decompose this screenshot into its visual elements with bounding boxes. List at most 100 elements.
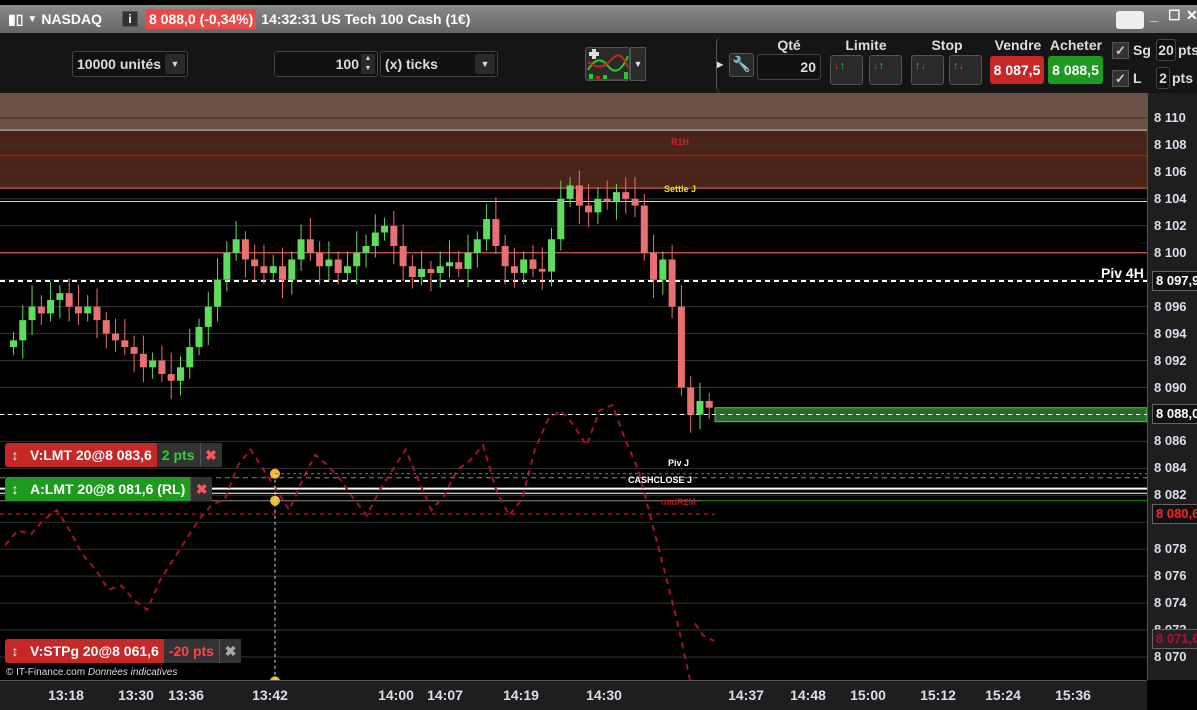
units-select[interactable]: 10000 unités ▼ [72, 51, 188, 77]
l-points-input[interactable]: 2 [1156, 67, 1170, 89]
candle-down [575, 185, 583, 206]
symbol-dropdown-icon[interactable]: ▼ [27, 14, 37, 25]
candle-up [520, 259, 528, 273]
limit-checkbox[interactable]: ✓ [1112, 70, 1129, 87]
time-tick-label: 15:12 [920, 687, 956, 703]
candle-up [659, 259, 667, 280]
sg-points-value: 20 [1158, 42, 1174, 58]
sell-stop-order-tag[interactable]: ↕ V:STPg 20@8 061,6 -20 pts ✖ [5, 639, 241, 663]
price-tick-label: 8 070 [1154, 649, 1187, 664]
symbol-name[interactable]: NASDAQ [41, 11, 102, 27]
candle-down [139, 353, 147, 368]
order-text: V:STPg 20@8 061,6 [25, 639, 164, 663]
overlay-line-tail [694, 622, 715, 642]
price-tick-label: 8 108 [1154, 136, 1187, 152]
maximize-button[interactable]: ☐ [1168, 7, 1181, 24]
price-tick-label: 8 100 [1154, 244, 1187, 260]
candle-down [93, 306, 101, 321]
drag-handle-icon[interactable]: ↕ [5, 443, 25, 467]
buy-label: Acheter [1049, 37, 1103, 53]
time-tick-label: 15:24 [985, 687, 1021, 703]
candle-down [316, 252, 324, 267]
indicators-dropdown[interactable]: ▼ [630, 47, 646, 81]
level-label-cashclose-j: CASHCLOSE J [628, 475, 693, 485]
candle-up [371, 232, 379, 247]
cancel-order-icon[interactable]: ✖ [218, 639, 241, 663]
ticks-unit-value: (x) ticks [385, 56, 438, 72]
candle-down [631, 198, 639, 206]
candle-up [269, 266, 277, 273]
limit-oco-button[interactable]: ↓↑ [869, 55, 902, 85]
candle-up [232, 239, 240, 253]
candle-up [353, 252, 361, 267]
qty-input[interactable]: 20 [757, 54, 821, 80]
order-panel-toggle[interactable]: ▶ [716, 37, 726, 93]
ticks-stepper[interactable]: ▲ ▼ [361, 54, 375, 74]
price-tick-label: 8 092 [1154, 352, 1187, 368]
candle-down [306, 239, 314, 253]
sg-points-input[interactable]: 20 [1156, 39, 1176, 61]
price-tick-label: 8 094 [1154, 325, 1187, 341]
candle-up [325, 259, 333, 267]
price-tick-label: 8 082 [1154, 487, 1187, 503]
minimize-button[interactable]: _ [1150, 7, 1158, 23]
candle-up [612, 192, 620, 202]
candle-down [622, 192, 630, 199]
cancel-order-icon[interactable]: ✖ [199, 443, 222, 467]
candlestick-icon[interactable]: ▮▯ [8, 11, 23, 28]
overlay-price-tag: 8 071,6 [1152, 629, 1197, 650]
l-unit: pts [1172, 70, 1193, 86]
level-label-settle-j: Settle J [664, 184, 697, 194]
candle-down [158, 360, 166, 375]
order-text: A:LMT 20@8 081,6 (RL) [25, 477, 191, 501]
keyboard-icon[interactable] [1116, 11, 1144, 29]
close-button[interactable]: ✕ [1186, 7, 1197, 24]
candle-down [37, 306, 45, 314]
candle-up [381, 225, 389, 233]
copyright-text: © IT-Finance.com [6, 667, 86, 678]
candle-up [473, 239, 481, 253]
level-label-piv-4h: Piv 4H [1101, 265, 1144, 281]
drag-handle-icon[interactable]: ↕ [5, 477, 25, 501]
candle-down [705, 400, 713, 408]
piv-4h-price-tag: 8 097,9 [1152, 271, 1197, 292]
price-tick-label: 8 104 [1154, 190, 1187, 206]
settings-wrench-button[interactable]: 🔧 [729, 53, 754, 77]
info-icon[interactable]: i [122, 11, 138, 27]
candle-down [427, 268, 435, 273]
time-tick-label: 13:18 [48, 687, 84, 703]
price-axis[interactable]: 8 110 8 108 8 106 8 104 8 102 8 100 8 096 8 094… [1147, 93, 1197, 680]
buy-limit-order-tag[interactable]: ↕ A:LMT 20@8 081,6 (RL) ✖ [5, 477, 213, 501]
candle-down [668, 259, 676, 307]
units-value: 10000 unités [77, 56, 162, 72]
candle-down [538, 268, 546, 272]
time-tick-label: 14:48 [790, 687, 826, 703]
indicators-button[interactable] [585, 47, 630, 81]
sell-button[interactable]: 8 087,5 [990, 56, 1044, 84]
stop-order-button[interactable]: ↑↓ [911, 55, 944, 85]
candle-up [464, 252, 472, 269]
sell-limit-order-tag[interactable]: ↕ V:LMT 20@8 083,6 2 pts ✖ [5, 443, 222, 467]
candle-down [529, 259, 537, 269]
price-chart[interactable] [0, 93, 1147, 680]
toolbar: 10000 unités ▼ 100 ▲ ▼ (x) ticks ▼ ▼ ▶ 🔧 Qt… [0, 33, 1197, 93]
candle-down [334, 259, 342, 273]
candle-down [260, 266, 268, 273]
price-tick-label: 8 110 [1154, 110, 1186, 125]
buy-button[interactable]: 8 088,5 [1048, 56, 1103, 84]
candle-up [297, 239, 305, 260]
stop-oco-button[interactable]: ↑↓ [949, 55, 982, 85]
ticks-unit-select[interactable]: (x) ticks ▼ [380, 51, 498, 77]
candle-up [566, 185, 574, 199]
stop-guaranteed-checkbox[interactable]: ✓ [1112, 42, 1129, 59]
limit-order-button[interactable]: ↓↑ [830, 55, 863, 85]
price-tick-label: 8 078 [1154, 541, 1187, 557]
candle-down [640, 205, 648, 253]
drag-handle-icon[interactable]: ↕ [5, 639, 25, 663]
time-axis[interactable]: 13:18 13:30 13:36 13:42 14:00 14:07 14:19 14:30… [0, 680, 1147, 710]
candle-down [251, 259, 259, 267]
sell-label: Vendre [994, 37, 1042, 53]
candle-up [594, 198, 602, 213]
candle-down [279, 266, 287, 280]
cancel-order-icon[interactable]: ✖ [190, 477, 213, 501]
